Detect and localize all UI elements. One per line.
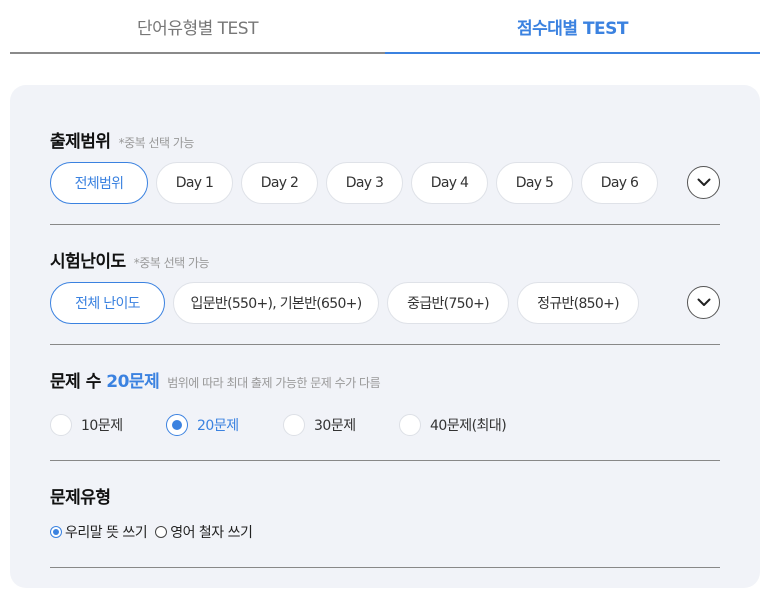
range-chip-day3[interactable]: Day 3 bbox=[326, 162, 403, 204]
difficulty-note: *중복 선택 가능 bbox=[133, 256, 210, 270]
type-section-title: 문제유형 bbox=[50, 483, 111, 508]
difficulty-title: 시험난이도 bbox=[50, 252, 126, 272]
count-radio-group: 10문제 20문제 30문제 40문제(최대) bbox=[50, 414, 539, 436]
test-settings-panel: 출제범위 *중복 선택 가능 전체범위 Day 1 Day 2 Day 3 Da… bbox=[10, 85, 760, 588]
count-option-label: 20문제 bbox=[197, 418, 239, 434]
count-option-label: 10문제 bbox=[81, 418, 123, 434]
type-option-english-spelling[interactable]: 영어 철자 쓰기 bbox=[155, 522, 253, 542]
count-title-value: 20문제 bbox=[106, 372, 160, 392]
count-option-20[interactable]: 20문제 bbox=[166, 414, 283, 436]
range-chip-day2[interactable]: Day 2 bbox=[241, 162, 318, 204]
range-chip-day1[interactable]: Day 1 bbox=[156, 162, 233, 204]
section-divider bbox=[50, 344, 720, 345]
radio-selected-icon bbox=[166, 414, 188, 436]
chevron-down-icon bbox=[697, 298, 710, 306]
count-title-prefix: 문제 수 bbox=[50, 372, 107, 392]
tab-word-type-test[interactable]: 단어유형별 TEST bbox=[10, 0, 385, 54]
section-divider bbox=[50, 224, 720, 225]
radio-circle-icon bbox=[399, 414, 421, 436]
section-divider bbox=[50, 567, 720, 568]
range-chip-all[interactable]: 전체범위 bbox=[50, 162, 148, 204]
count-option-label: 40문제(최대) bbox=[430, 418, 507, 434]
range-chip-day4[interactable]: Day 4 bbox=[411, 162, 488, 204]
count-option-30[interactable]: 30문제 bbox=[283, 414, 399, 436]
count-option-10[interactable]: 10문제 bbox=[50, 414, 166, 436]
type-option-label: 우리말 뜻 쓰기 bbox=[65, 525, 148, 541]
tab-score-level-test[interactable]: 점수대별 TEST bbox=[385, 0, 760, 54]
radio-circle-icon bbox=[50, 414, 72, 436]
type-option-korean-meaning[interactable]: 우리말 뜻 쓰기 bbox=[50, 522, 148, 542]
count-section-title: 문제 수 20문제 범위에 따라 최대 출제 가능한 문제 수가 다름 bbox=[50, 367, 381, 392]
count-option-label: 30문제 bbox=[314, 418, 356, 434]
type-radio-group: 우리말 뜻 쓰기 영어 철자 쓰기 bbox=[50, 522, 260, 542]
difficulty-chip-intermediate[interactable]: 중급반(750+) bbox=[387, 282, 509, 324]
tab-score-level-test-label: 점수대별 TEST bbox=[516, 18, 629, 39]
difficulty-chip-regular[interactable]: 정규반(850+) bbox=[517, 282, 639, 324]
difficulty-chip-all[interactable]: 전체 난이도 bbox=[50, 282, 165, 324]
difficulty-expand-button[interactable] bbox=[687, 286, 720, 319]
count-note: 범위에 따라 최대 출제 가능한 문제 수가 다름 bbox=[167, 376, 381, 390]
range-title: 출제범위 bbox=[50, 132, 111, 152]
chevron-down-icon bbox=[697, 178, 710, 186]
range-chip-day6[interactable]: Day 6 bbox=[581, 162, 658, 204]
range-section-title: 출제범위 *중복 선택 가능 bbox=[50, 127, 194, 152]
count-title: 문제 수 20문제 bbox=[50, 367, 160, 392]
range-expand-button[interactable] bbox=[687, 166, 720, 199]
difficulty-chip-beginner-basic[interactable]: 입문반(550+), 기본반(650+) bbox=[173, 282, 379, 324]
range-note: *중복 선택 가능 bbox=[118, 136, 195, 150]
range-chip-group: 전체범위 Day 1 Day 2 Day 3 Day 4 Day 5 Day 6 bbox=[50, 162, 658, 204]
count-option-40[interactable]: 40문제(최대) bbox=[399, 414, 539, 436]
range-chip-day5[interactable]: Day 5 bbox=[496, 162, 573, 204]
radio-circle-icon bbox=[283, 414, 305, 436]
radio-selected-icon bbox=[50, 526, 62, 538]
type-title: 문제유형 bbox=[50, 488, 111, 508]
test-type-tabs: 단어유형별 TEST 점수대별 TEST bbox=[10, 0, 760, 54]
difficulty-section-title: 시험난이도 *중복 선택 가능 bbox=[50, 247, 210, 272]
radio-circle-icon bbox=[155, 526, 168, 538]
section-divider bbox=[50, 460, 720, 461]
difficulty-chip-group: 전체 난이도 입문반(550+), 기본반(650+) 중급반(750+) 정규… bbox=[50, 282, 639, 324]
tab-word-type-test-label: 단어유형별 TEST bbox=[137, 18, 258, 39]
type-option-label: 영어 철자 쓰기 bbox=[170, 525, 253, 541]
